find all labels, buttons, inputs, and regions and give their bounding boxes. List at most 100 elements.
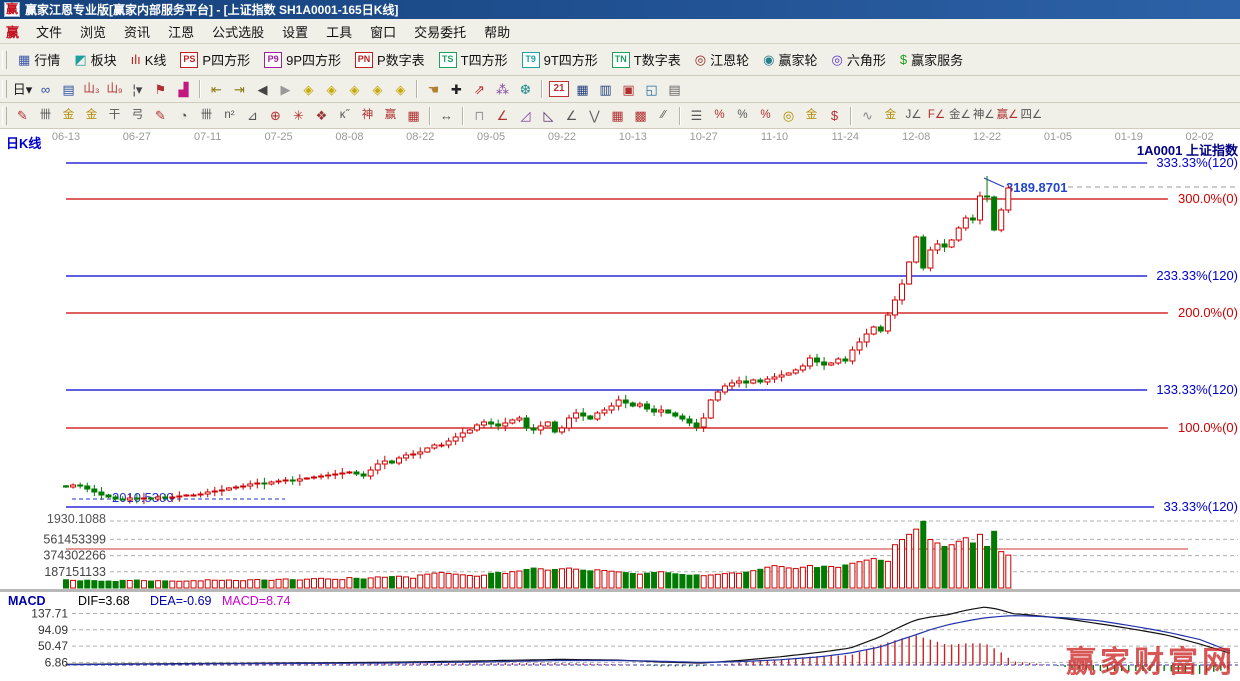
ying-angle-icon[interactable]: 赢∠: [996, 105, 1020, 126]
feature-p-square-button[interactable]: PSP四方形: [173, 48, 257, 71]
kline-period-dropdown[interactable]: 日▾: [11, 79, 34, 100]
gold-level-icon[interactable]: 金: [800, 105, 823, 126]
angle-tool-icon[interactable]: ∠: [560, 105, 583, 126]
volume-bar: [467, 576, 472, 588]
chart-area[interactable]: 333.33%(120)300.0%(0)233.33%(120)200.0%(…: [0, 129, 1240, 681]
zoom-view-icon[interactable]: ∞: [34, 79, 57, 100]
feature-9p-square-button[interactable]: P99P四方形: [257, 48, 348, 71]
menu-item-4[interactable]: 公式选股: [203, 20, 273, 43]
shift-left-icon[interactable]: ◈: [297, 79, 320, 100]
percent-line-icon[interactable]: %: [708, 105, 731, 126]
j-angle-icon[interactable]: J∠: [902, 105, 925, 126]
feature-9t-square-button[interactable]: T99T四方形: [515, 48, 605, 71]
gold-angle-icon[interactable]: 金∠: [948, 105, 972, 126]
feature-sectors-button[interactable]: ◩板块: [67, 48, 123, 71]
menu-item-2[interactable]: 资讯: [115, 20, 159, 43]
feature-winner-wheel-button[interactable]: ◉赢家轮: [756, 48, 824, 71]
wave-tool-icon[interactable]: ∿: [856, 105, 879, 126]
calendar-icon[interactable]: 21: [549, 81, 569, 97]
color-histogram-icon[interactable]: ▟: [172, 79, 195, 100]
gold-gann-grid-icon[interactable]: 金: [57, 105, 80, 126]
calculator-icon[interactable]: ▦: [571, 79, 594, 100]
menu-item-3[interactable]: 江恩: [159, 20, 203, 43]
percent-retrace-icon[interactable]: %: [754, 105, 777, 126]
compress-x-icon[interactable]: ◈: [366, 79, 389, 100]
n-square-icon[interactable]: n²: [218, 105, 241, 126]
f-grid-icon[interactable]: 干: [103, 105, 126, 126]
export-icon[interactable]: ◱: [640, 79, 663, 100]
expand-x-icon[interactable]: ◈: [343, 79, 366, 100]
save-icon[interactable]: ▣: [617, 79, 640, 100]
last-page-icon[interactable]: ⇥: [228, 79, 251, 100]
ying-grid-icon[interactable]: 赢: [379, 105, 402, 126]
menu-item-9[interactable]: 帮助: [475, 20, 519, 43]
zigzag-tool-icon[interactable]: ⋁: [583, 105, 606, 126]
menu-item-1[interactable]: 浏览: [71, 20, 115, 43]
gann-figure-icon[interactable]: ⚑: [149, 79, 172, 100]
title-bar[interactable]: 赢 赢家江恩专业版[赢家内部服务平台] - [上证指数 SH1A0001-165…: [0, 0, 1240, 19]
feature-t-table-button[interactable]: TNT数字表: [605, 48, 688, 71]
feature-hexagon-button[interactable]: ◎六角形: [824, 48, 892, 71]
grid-123-icon[interactable]: ▦: [402, 105, 425, 126]
f-angle-icon[interactable]: F∠: [925, 105, 948, 126]
pattern-tool-icon[interactable]: ⁂: [491, 79, 514, 100]
gold-gann-grid2-icon[interactable]: 金: [80, 105, 103, 126]
box-frame-icon[interactable]: ⊓: [468, 105, 491, 126]
prev-icon[interactable]: ◀: [251, 79, 274, 100]
ray-fan-icon[interactable]: ∠: [491, 105, 514, 126]
kline-chart-canvas[interactable]: 333.33%(120)300.0%(0)233.33%(120)200.0%(…: [0, 129, 1240, 681]
menu-item-6[interactable]: 工具: [317, 20, 361, 43]
grid9-chart-icon[interactable]: 山₉: [103, 79, 126, 100]
web-grid-icon[interactable]: ❖: [310, 105, 333, 126]
menu-item-5[interactable]: 设置: [273, 20, 317, 43]
grid3-chart-icon[interactable]: 山₃: [80, 79, 103, 100]
feature-service-button[interactable]: $赢家服务: [893, 48, 970, 71]
feature-t-square-button[interactable]: TST四方形: [432, 48, 515, 71]
feature-gann-wheel-button[interactable]: ◎江恩轮: [688, 48, 756, 71]
pan-hand-icon[interactable]: ☚: [422, 79, 445, 100]
teal-pattern-icon[interactable]: ❆: [514, 79, 537, 100]
purple-fan-icon[interactable]: ◿: [514, 105, 537, 126]
shift-right-icon[interactable]: ◈: [320, 79, 343, 100]
info-panel-icon[interactable]: ▤: [57, 79, 80, 100]
feature-p-table-button[interactable]: PNP数字表: [348, 48, 432, 71]
span-measure-icon[interactable]: ↔: [435, 105, 458, 126]
gold-circle-icon[interactable]: ◎: [777, 105, 800, 126]
candle-style-dropdown[interactable]: ¦▾: [126, 79, 149, 100]
menu-item-8[interactable]: 交易委托: [405, 20, 475, 43]
trendline-tool-icon[interactable]: ⇗: [468, 79, 491, 100]
red-grid2-icon[interactable]: ▩: [629, 105, 652, 126]
shen-grid-icon[interactable]: 神: [356, 105, 379, 126]
spiral-tool-icon[interactable]: 弓: [126, 105, 149, 126]
menu-item-7[interactable]: 窗口: [361, 20, 405, 43]
parallel-lines-icon[interactable]: ∕∕: [652, 105, 675, 126]
red-grid-icon[interactable]: ▦: [606, 105, 629, 126]
flag-tool-icon[interactable]: ⊿: [241, 105, 264, 126]
shen-angle-icon[interactable]: 神∠: [972, 105, 996, 126]
feature-quote-button[interactable]: ▦行情: [11, 48, 67, 71]
date-axis-label: 08-08: [335, 131, 363, 143]
pen-tool-icon[interactable]: ✎: [11, 105, 34, 126]
dark-fan-icon[interactable]: ◺: [537, 105, 560, 126]
grid-fence-icon[interactable]: 卌: [34, 105, 57, 126]
first-page-icon[interactable]: ⇤: [205, 79, 228, 100]
star-target-icon[interactable]: ✳: [287, 105, 310, 126]
next-icon[interactable]: ▶: [274, 79, 297, 100]
price-dollar-icon[interactable]: $: [823, 105, 846, 126]
candle-body: [382, 461, 387, 464]
crosshair-icon[interactable]: ✚: [445, 79, 468, 100]
cycle-clock-icon[interactable]: ◔: [172, 105, 195, 126]
gann-target-icon[interactable]: ⊕: [264, 105, 287, 126]
brush-tool-icon[interactable]: ✎: [149, 105, 172, 126]
plain-fence-icon[interactable]: 卌: [195, 105, 218, 126]
four-angle-icon[interactable]: 四∠: [1019, 105, 1043, 126]
gold-underline-icon[interactable]: 金: [879, 105, 902, 126]
k-notation-icon[interactable]: ĸ˝: [333, 105, 356, 126]
expand-all-icon[interactable]: ◈: [389, 79, 412, 100]
volume-bars-icon[interactable]: ☰: [685, 105, 708, 126]
notes-icon[interactable]: ▥: [594, 79, 617, 100]
print-icon[interactable]: ▤: [663, 79, 686, 100]
menu-item-0[interactable]: 文件: [27, 20, 71, 43]
percent-icon[interactable]: %: [731, 105, 754, 126]
feature-kline-button[interactable]: ılıK线: [124, 48, 174, 71]
